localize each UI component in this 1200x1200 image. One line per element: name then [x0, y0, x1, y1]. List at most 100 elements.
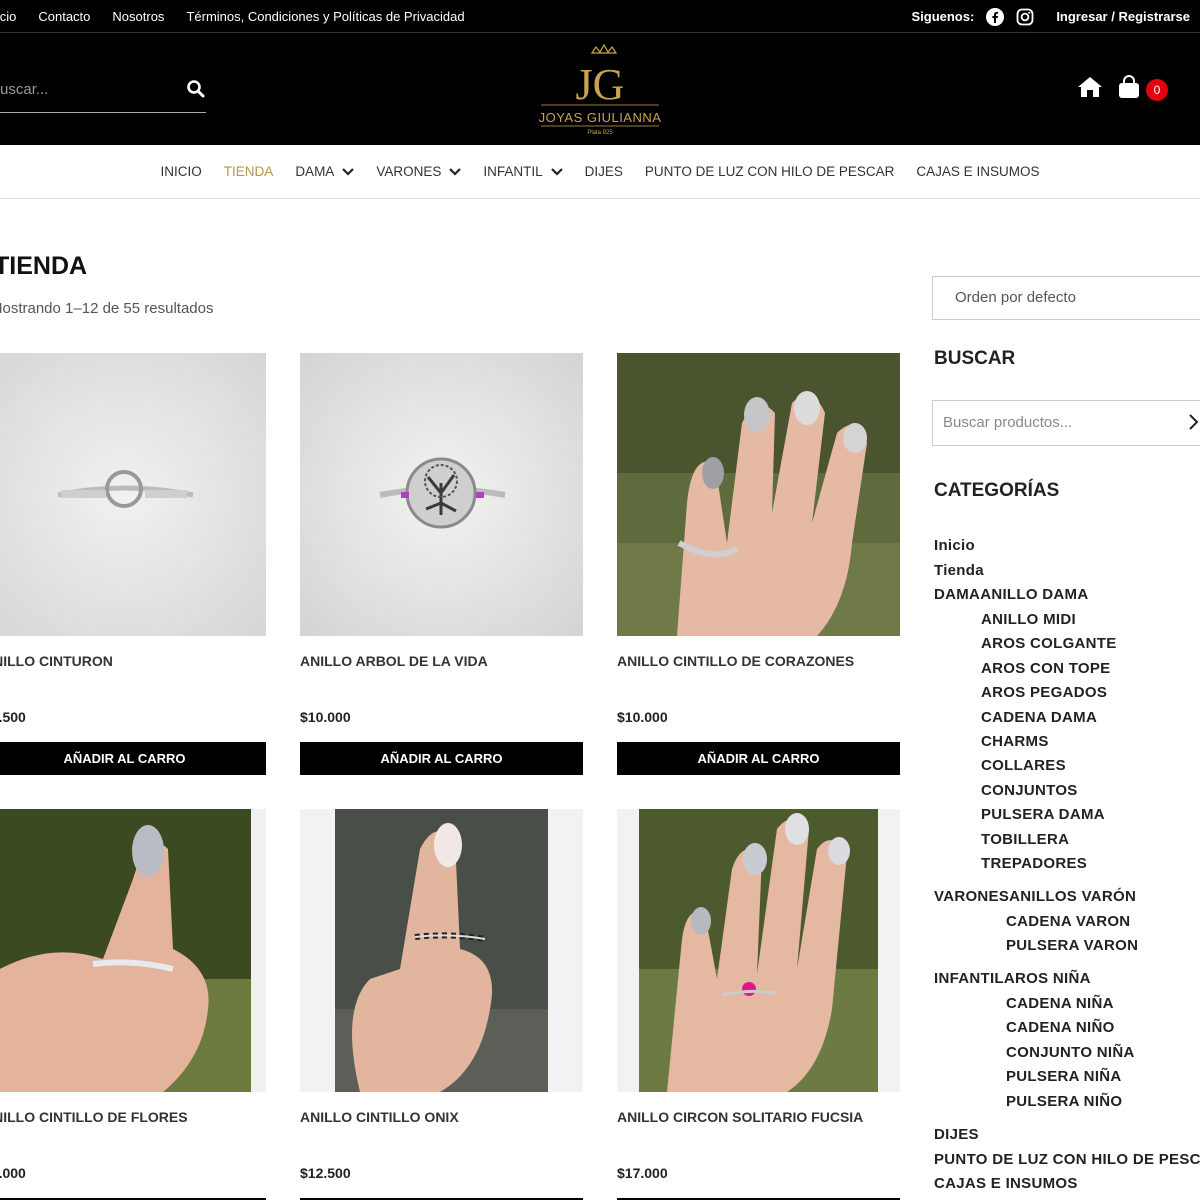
subcategory-link[interactable]: PULSERA NIÑA — [1006, 1068, 1122, 1085]
nav-varones[interactable]: VARONES — [376, 164, 462, 179]
facebook-icon[interactable] — [986, 7, 1005, 26]
category-link[interactable]: CAJAS E INSUMOS — [934, 1175, 1078, 1192]
top-links: Inicio Contacto Nosotros Términos, Condi… — [0, 0, 465, 33]
nav-dama[interactable]: DAMA — [295, 164, 355, 179]
subcategory-link[interactable]: CADENA NIÑO — [1006, 1019, 1115, 1036]
product-price: $9.000 — [0, 1165, 26, 1181]
cart-count-badge: 0 — [1146, 78, 1168, 101]
header-search-input[interactable]: Buscar... — [0, 81, 48, 98]
nav-infantil-label: INFANTIL — [483, 164, 543, 179]
instagram-icon[interactable] — [1016, 8, 1034, 26]
product-image[interactable] — [0, 353, 266, 636]
subcategory-link[interactable]: CONJUNTOS — [981, 782, 1078, 799]
subcategory-link[interactable]: COLLARES — [981, 757, 1066, 774]
product-card: ANILLO CINTILLO DE CORAZONES $10.000 AÑA… — [617, 353, 900, 775]
svg-text:JG: JG — [576, 60, 625, 109]
nav-dijes-label: DIJES — [584, 164, 623, 179]
subcategory-link[interactable]: CHARMS — [981, 733, 1049, 750]
nav-dama-label: DAMA — [295, 164, 335, 179]
product-price: $17.000 — [617, 1165, 668, 1181]
top-link-inicio[interactable]: Inicio — [0, 9, 16, 24]
top-link-contacto[interactable]: Contacto — [38, 9, 90, 24]
product-name[interactable]: ANILLO ARBOL DE LA VIDA — [300, 653, 488, 669]
product-search-input[interactable]: Buscar productos... — [932, 400, 1200, 446]
header-search[interactable]: Buscar... — [0, 75, 206, 113]
category-link[interactable]: DAMAANILLO DAMA — [934, 586, 1088, 603]
site-header: Buscar... JG JOYAS GIULIANNA Plata 925 0 — [0, 33, 1200, 145]
category-link[interactable]: Inicio — [934, 537, 975, 554]
svg-text:JOYAS GIULIANNA: JOYAS GIULIANNA — [539, 110, 662, 125]
product-name[interactable]: ANILLO CINTURON — [0, 653, 113, 669]
subcategory-link[interactable]: PULSERA DAMA — [981, 806, 1105, 823]
search-icon[interactable] — [186, 79, 206, 104]
result-count: Mostrando 1–12 de 55 resultados — [0, 300, 214, 317]
home-icon[interactable] — [1076, 75, 1104, 104]
social-label: Siguenos: — [911, 9, 975, 24]
nav-cajas-label: CAJAS E INSUMOS — [916, 164, 1040, 179]
product-name[interactable]: ANILLO CINTILLO DE FLORES — [0, 1109, 188, 1125]
subcategory-link[interactable]: PULSERA NIÑO — [1006, 1093, 1122, 1110]
subcategory-link[interactable]: ANILLO MIDI — [981, 611, 1076, 628]
subcategory-link[interactable]: CONJUNTO NIÑA — [1006, 1044, 1135, 1061]
login-link[interactable]: Ingresar / Registrarse — [1056, 9, 1190, 24]
nav-inicio-label: INICIO — [160, 164, 202, 179]
chevron-down-icon — [550, 167, 563, 176]
nav-tienda-label: TIENDA — [223, 164, 274, 179]
product-image[interactable] — [300, 809, 583, 1092]
product-image[interactable] — [617, 353, 900, 636]
add-to-cart-button[interactable]: AÑADIR AL CARRO — [0, 742, 266, 775]
sort-select[interactable]: Orden por defecto — [932, 276, 1200, 320]
product-card: ANILLO CINTILLO DE FLORES $9.000 AÑADIR … — [0, 809, 266, 1200]
product-price: $7.500 — [0, 709, 26, 725]
nav-infantil[interactable]: INFANTIL — [483, 164, 563, 179]
nav-dijes[interactable]: DIJES — [585, 164, 623, 179]
chevron-down-icon — [449, 167, 462, 176]
nav-punto-de-luz[interactable]: PUNTO DE LUZ CON HILO DE PESCAR — [645, 164, 895, 179]
product-image[interactable] — [0, 809, 266, 1092]
product-search-placeholder: Buscar productos... — [943, 414, 1073, 431]
product-card: ANILLO CIRCON SOLITARIO FUCSIA $17.000 A… — [617, 809, 900, 1200]
product-image[interactable] — [617, 809, 900, 1092]
page-title: TIENDA — [0, 252, 88, 280]
top-bar: Inicio Contacto Nosotros Términos, Condi… — [0, 0, 1200, 33]
subcategory-link[interactable]: AROS COLGANTE — [981, 635, 1117, 652]
category-link[interactable]: DIJES — [934, 1126, 979, 1143]
svg-text:Plata 925: Plata 925 — [587, 130, 613, 136]
nav-varones-label: VARONES — [376, 164, 442, 179]
nav-punto-label: PUNTO DE LUZ CON HILO DE PESCAR — [644, 164, 895, 179]
product-price: $10.000 — [617, 709, 668, 725]
header-icons: 0 — [1076, 75, 1168, 104]
subcategory-link[interactable]: TREPADORES — [981, 855, 1087, 872]
product-image[interactable] — [300, 353, 583, 636]
product-card: ANILLO ARBOL DE LA VIDA $10.000 AÑADIR A… — [300, 353, 583, 775]
subcategory-link[interactable]: AROS CON TOPE — [981, 660, 1110, 677]
subcategory-link[interactable]: TOBILLERA — [981, 831, 1069, 848]
product-price: $12.500 — [300, 1165, 351, 1181]
nav-cajas[interactable]: CAJAS E INSUMOS — [916, 164, 1039, 179]
product-name[interactable]: ANILLO CINTILLO DE CORAZONES — [617, 653, 854, 669]
product-name[interactable]: ANILLO CIRCON SOLITARIO FUCSIA — [617, 1109, 863, 1125]
product-card: ANILLO CINTILLO ONIX $12.500 AÑADIR AL C… — [300, 809, 583, 1200]
subcategory-link[interactable]: CADENA NIÑA — [1006, 995, 1114, 1012]
categories-title: CATEGORÍAS — [934, 480, 1060, 501]
top-link-nosotros[interactable]: Nosotros — [112, 9, 164, 24]
nav-tienda[interactable]: TIENDA — [224, 164, 274, 179]
subcategory-link[interactable]: AROS PEGADOS — [981, 684, 1107, 701]
nav-inicio[interactable]: INICIO — [161, 164, 202, 179]
site-logo[interactable]: JG JOYAS GIULIANNA Plata 925 — [537, 41, 663, 137]
category-link[interactable]: INFANTILAROS NIÑA — [934, 970, 1091, 987]
product-price: $10.000 — [300, 709, 351, 725]
category-link[interactable]: PUNTO DE LUZ CON HILO DE PESCAR — [934, 1151, 1200, 1168]
product-name[interactable]: ANILLO CINTILLO ONIX — [300, 1109, 459, 1125]
subcategory-link[interactable]: PULSERA VARON — [1006, 937, 1138, 954]
add-to-cart-button[interactable]: AÑADIR AL CARRO — [617, 742, 900, 775]
category-link[interactable]: VARONESANILLOS VARÓN — [934, 888, 1136, 905]
main-nav: INICIO TIENDA DAMA VARONES INFANTIL DIJE… — [0, 145, 1200, 199]
cart-button[interactable]: 0 — [1118, 75, 1168, 104]
subcategory-link[interactable]: CADENA DAMA — [981, 709, 1097, 726]
chevron-right-icon[interactable] — [1189, 414, 1199, 434]
top-link-terminos[interactable]: Términos, Condiciones y Políticas de Pri… — [186, 9, 464, 24]
subcategory-link[interactable]: CADENA VARON — [1006, 913, 1130, 930]
add-to-cart-button[interactable]: AÑADIR AL CARRO — [300, 742, 583, 775]
category-link[interactable]: Tienda — [934, 562, 984, 579]
